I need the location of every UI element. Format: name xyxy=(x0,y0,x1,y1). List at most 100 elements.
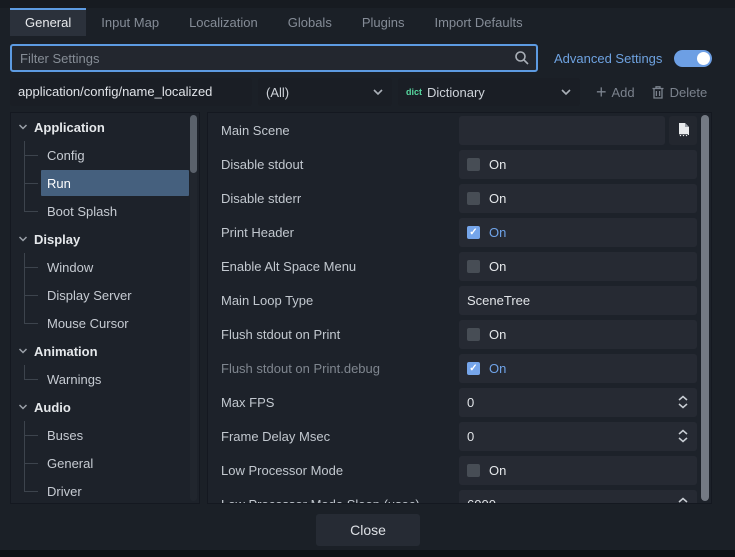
spin-field[interactable]: 6000 xyxy=(459,490,697,505)
on-label: On xyxy=(489,225,506,240)
close-button[interactable]: Close xyxy=(316,514,420,546)
advanced-settings-toggle[interactable] xyxy=(674,50,712,67)
setting-row-enable-alt-space-menu: Enable Alt Space Menu On xyxy=(208,249,711,283)
sidebar-item-label: Application xyxy=(34,120,105,135)
setting-row-print-header: Print Header ✓ On xyxy=(208,215,711,249)
file-dialog-button[interactable] xyxy=(669,116,697,145)
on-label: On xyxy=(489,463,506,478)
feature-filter-value: (All) xyxy=(266,85,372,100)
feature-filter-dropdown[interactable]: (All) xyxy=(258,78,392,106)
advanced-settings-label: Advanced Settings xyxy=(554,51,662,66)
on-label: On xyxy=(489,259,506,274)
sidebar-item-warnings[interactable]: Warnings xyxy=(11,365,199,393)
setting-label: Print Header xyxy=(221,225,459,240)
spin-field[interactable]: 0 xyxy=(459,422,697,451)
spin-arrows-icon[interactable] xyxy=(676,394,690,410)
chevron-down-icon xyxy=(17,121,29,133)
sidebar-item-label: Run xyxy=(47,176,71,191)
setting-row-disable-stderr: Disable stderrOn xyxy=(208,181,711,215)
tab-input-map[interactable]: Input Map xyxy=(86,8,174,36)
sidebar-item-buses[interactable]: Buses xyxy=(11,421,199,449)
setting-label: Frame Delay Msec xyxy=(221,429,459,444)
delete-button[interactable]: Delete xyxy=(651,85,708,100)
setting-value: 6000 xyxy=(459,490,697,505)
sidebar-scrollbar-thumb[interactable] xyxy=(190,115,197,173)
checkbox-checked[interactable]: ✓ xyxy=(467,362,480,375)
text-field[interactable]: SceneTree xyxy=(459,286,697,315)
spin-arrows-icon[interactable] xyxy=(676,428,690,444)
plus-icon: + xyxy=(596,84,607,100)
checkbox-cell: On xyxy=(459,150,697,179)
add-button[interactable]: + Add xyxy=(596,84,635,100)
category-tree: Application Config Run Boot Splash DisplayWi… xyxy=(10,112,200,504)
tab-localization[interactable]: Localization xyxy=(174,8,273,36)
checkbox-unchecked[interactable] xyxy=(467,192,480,205)
on-label: On xyxy=(489,327,506,342)
sidebar-item-label: Boot Splash xyxy=(47,204,117,219)
on-label: On xyxy=(489,361,506,376)
sidebar-item-general[interactable]: General xyxy=(11,449,199,477)
sidebar-item-config[interactable]: Config xyxy=(11,141,199,169)
checkbox-unchecked[interactable] xyxy=(467,464,480,477)
window-bottom-edge xyxy=(0,550,735,557)
trash-icon xyxy=(651,85,665,100)
sidebar-item-label: Warnings xyxy=(47,372,101,387)
sidebar-item-display-server[interactable]: Display Server xyxy=(11,281,199,309)
settings-content: Application Config Run Boot Splash DisplayWi… xyxy=(10,112,712,504)
spin-arrows-icon[interactable] xyxy=(676,496,690,505)
delete-button-label: Delete xyxy=(670,85,708,100)
sidebar-item-mouse-cursor[interactable]: Mouse Cursor xyxy=(11,309,199,337)
setting-label: Disable stdout xyxy=(221,157,459,172)
chevron-down-icon xyxy=(17,233,29,245)
filter-row: Advanced Settings xyxy=(10,44,718,72)
setting-value: 0 xyxy=(459,388,697,417)
sidebar-item-label: Config xyxy=(47,148,85,163)
setting-label: Low Processor Mode xyxy=(221,463,459,478)
file-path-field[interactable] xyxy=(459,116,665,145)
settings-scrollbar-thumb[interactable] xyxy=(701,115,709,501)
on-label: On xyxy=(489,157,506,172)
sidebar-item-driver[interactable]: Driver xyxy=(11,477,199,504)
setting-value xyxy=(459,116,697,145)
sidebar-item-application[interactable]: Application xyxy=(11,113,199,141)
setting-value: On xyxy=(459,456,697,485)
tab-import-defaults[interactable]: Import Defaults xyxy=(419,8,537,36)
sidebar-item-boot-splash[interactable]: Boot Splash xyxy=(11,197,199,225)
tab-general[interactable]: General xyxy=(10,8,86,36)
spin-field[interactable]: 0 xyxy=(459,388,697,417)
settings-scrollbar[interactable] xyxy=(701,115,709,501)
sidebar-item-run[interactable]: Run xyxy=(11,169,199,197)
tab-plugins[interactable]: Plugins xyxy=(347,8,420,36)
property-path-input[interactable]: application/config/name_localized xyxy=(10,78,252,106)
sidebar-item-label: Driver xyxy=(47,484,82,499)
sidebar-item-animation[interactable]: Animation xyxy=(11,337,199,365)
type-dropdown[interactable]: dict Dictionary xyxy=(398,78,580,106)
checkbox-cell: On xyxy=(459,320,697,349)
window-top-edge xyxy=(0,0,735,8)
setting-value: On xyxy=(459,320,697,349)
chevron-down-icon xyxy=(372,86,384,98)
add-button-label: Add xyxy=(612,85,635,100)
checkbox-cell: ✓ On xyxy=(459,354,697,383)
sidebar-scrollbar[interactable] xyxy=(190,115,197,501)
checkbox-cell: On xyxy=(459,456,697,485)
setting-label: Enable Alt Space Menu xyxy=(221,259,459,274)
checkbox-unchecked[interactable] xyxy=(467,260,480,273)
setting-value: SceneTree xyxy=(459,286,697,315)
setting-row-low-processor-mode-sleep-usec: Low Processor Mode Sleep (usec)6000 xyxy=(208,487,711,504)
property-bar: application/config/name_localized (All) … xyxy=(10,78,718,106)
setting-row-disable-stdout: Disable stdout On xyxy=(208,147,711,181)
sidebar-item-label: General xyxy=(47,456,93,471)
checkbox-unchecked[interactable] xyxy=(467,158,480,171)
sidebar-item-display[interactable]: Display xyxy=(11,225,199,253)
checkbox-cell: ✓ On xyxy=(459,218,697,247)
checkbox-unchecked[interactable] xyxy=(467,328,480,341)
checkbox-checked[interactable]: ✓ xyxy=(467,226,480,239)
filter-settings-input[interactable] xyxy=(10,44,538,72)
tab-globals[interactable]: Globals xyxy=(273,8,347,36)
sidebar-item-window[interactable]: Window xyxy=(11,253,199,281)
setting-label: Low Processor Mode Sleep (usec) xyxy=(221,497,459,505)
checkbox-cell: On xyxy=(459,252,697,281)
sidebar-item-audio[interactable]: Audio xyxy=(11,393,199,421)
setting-value: 0 xyxy=(459,422,697,451)
